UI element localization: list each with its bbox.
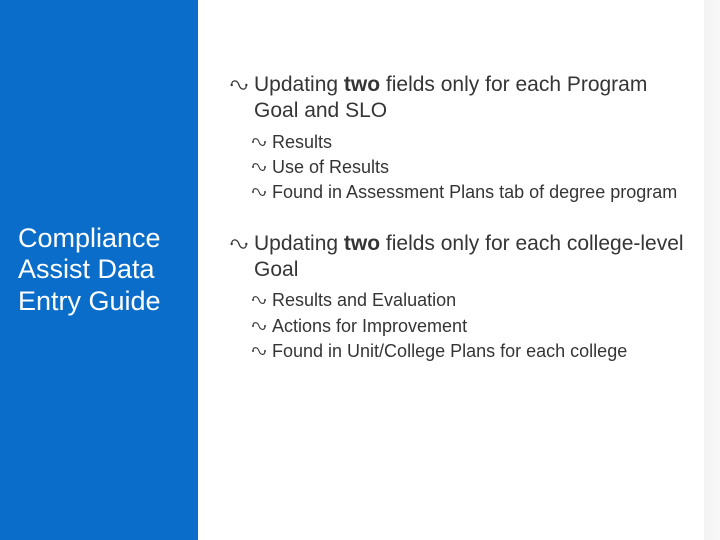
flourish-icon: [228, 74, 250, 96]
text-pre: Updating: [254, 73, 344, 96]
flourish-icon: [250, 133, 268, 151]
bullet-text: Results and Evaluation: [268, 289, 456, 312]
slide-title: Compliance Assist Data Entry Guide: [18, 223, 182, 316]
text-bold: two: [344, 73, 380, 96]
sidebar: Compliance Assist Data Entry Guide: [0, 0, 198, 540]
bullet-level2: Results: [250, 131, 690, 154]
flourish-icon: [228, 233, 250, 255]
spacer: [228, 207, 690, 231]
bullet-level1: Updating two fields only for each colleg…: [228, 231, 690, 284]
slide: Compliance Assist Data Entry Guide Updat…: [0, 0, 720, 540]
text-pre: Updating: [254, 232, 344, 255]
bullet-text: Updating two fields only for each Progra…: [250, 72, 690, 125]
content-area: Updating two fields only for each Progra…: [198, 0, 720, 540]
bullet-text: Use of Results: [268, 156, 389, 179]
bullet-level1: Updating two fields only for each Progra…: [228, 72, 690, 125]
flourish-icon: [250, 291, 268, 309]
bullet-level2: Found in Assessment Plans tab of degree …: [250, 181, 690, 204]
bullet-text: Results: [268, 131, 332, 154]
bullet-text: Updating two fields only for each colleg…: [250, 231, 690, 284]
bullet-level2: Actions for Improvement: [250, 315, 690, 338]
bullet-level2: Use of Results: [250, 156, 690, 179]
flourish-icon: [250, 342, 268, 360]
flourish-icon: [250, 183, 268, 201]
decorative-stripe: [704, 0, 720, 540]
flourish-icon: [250, 317, 268, 335]
bullet-text: Found in Assessment Plans tab of degree …: [268, 181, 677, 204]
bullet-level2: Found in Unit/College Plans for each col…: [250, 340, 690, 363]
bullet-level2: Results and Evaluation: [250, 289, 690, 312]
text-bold: two: [344, 232, 380, 255]
bullet-text: Found in Unit/College Plans for each col…: [268, 340, 627, 363]
bullet-text: Actions for Improvement: [268, 315, 467, 338]
flourish-icon: [250, 158, 268, 176]
